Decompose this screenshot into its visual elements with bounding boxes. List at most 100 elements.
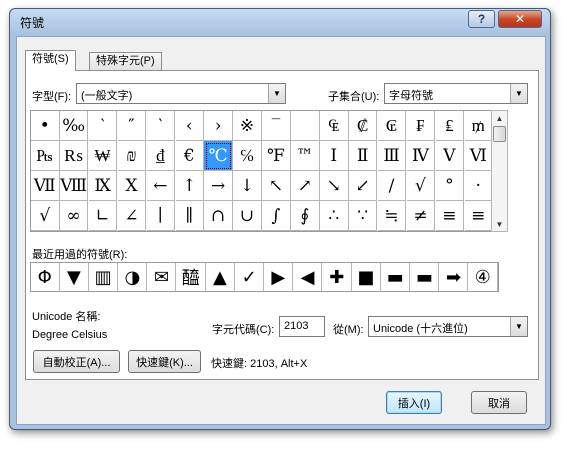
insert-button[interactable]: 插入(I) <box>386 391 442 414</box>
symbol-cell[interactable]: ∩ <box>204 201 233 231</box>
char-code-input[interactable]: 2103 <box>279 316 325 337</box>
symbol-cell[interactable]: Ⅰ <box>320 141 349 171</box>
symbol-cell[interactable]: ∪ <box>233 201 262 231</box>
symbol-cell[interactable]: ↑ <box>175 171 204 201</box>
recent-symbol-cell[interactable]: ➡ <box>440 263 469 291</box>
recent-symbol-cell[interactable]: ④ <box>469 263 498 291</box>
symbol-cell[interactable]: ℅ <box>233 141 262 171</box>
symbol-cell[interactable]: ※ <box>233 111 262 141</box>
symbol-cell[interactable]: ↗ <box>291 171 320 201</box>
symbol-cell[interactable]: • <box>31 111 60 141</box>
help-button[interactable]: ? <box>468 10 495 28</box>
symbol-cell[interactable]: ↖ <box>262 171 291 201</box>
symbol-cell[interactable]: ₤ <box>435 111 465 141</box>
recent-symbol-cell[interactable]: Φ <box>31 263 60 291</box>
from-dropdown[interactable]: Unicode (十六進位) ▼ <box>368 316 528 337</box>
recent-symbol-cell[interactable]: 醯 <box>177 263 206 291</box>
scroll-down-icon[interactable]: ▼ <box>492 217 507 231</box>
symbol-cell[interactable]: ‹ <box>175 111 204 141</box>
symbol-cell[interactable]: ∞ <box>59 201 89 231</box>
symbol-cell[interactable]: Ⅲ <box>377 141 407 171</box>
symbol-cell[interactable]: Ⅱ <box>348 141 378 171</box>
symbol-cell[interactable]: ₡ <box>348 111 378 141</box>
symbol-cell[interactable]: Ⅳ <box>406 141 436 171</box>
recent-symbol-cell[interactable]: ▶ <box>265 263 294 291</box>
title-bar[interactable]: 符號 ? ✕ <box>10 9 550 33</box>
symbol-grid-scrollbar[interactable]: ▲ ▼ <box>491 110 508 232</box>
symbol-cell[interactable]: ₫ <box>146 141 176 171</box>
tab-symbols[interactable]: 符號(S) <box>25 50 76 71</box>
symbol-cell[interactable]: › <box>204 111 233 141</box>
symbol-cell[interactable]: ↘ <box>320 171 349 201</box>
recent-symbol-cell[interactable]: ◑ <box>119 263 148 291</box>
autocorrect-button[interactable]: 自動校正(A)... <box>33 350 120 373</box>
symbol-cell[interactable]: ₧ <box>31 141 60 171</box>
symbol-cell[interactable]: ″ <box>117 111 147 141</box>
symbol-cell[interactable]: ∴ <box>320 201 349 231</box>
recent-symbol-cell[interactable]: ✚ <box>323 263 352 291</box>
shortcut-key-button[interactable]: 快速鍵(K)... <box>128 350 201 373</box>
recent-symbol-cell[interactable]: ▬ <box>411 263 440 291</box>
symbol-cell[interactable]: Ⅸ <box>88 171 118 201</box>
symbol-cell[interactable]: ≒ <box>377 201 407 231</box>
symbol-cell[interactable]: ↓ <box>233 171 262 201</box>
symbol-cell[interactable] <box>291 111 320 141</box>
chevron-down-icon[interactable]: ▼ <box>510 317 527 336</box>
symbol-cell[interactable]: ‵ <box>146 111 176 141</box>
symbol-cell[interactable]: € <box>175 141 204 171</box>
symbol-cell[interactable]: ₥ <box>464 111 492 141</box>
symbol-cell[interactable]: ∠ <box>117 201 147 231</box>
symbol-cell[interactable]: Ⅹ <box>117 171 147 201</box>
symbol-cell[interactable]: → <box>204 171 233 201</box>
symbol-cell[interactable]: Ⅶ <box>31 171 60 201</box>
symbol-cell[interactable]: ∟ <box>88 201 118 231</box>
symbol-cell[interactable]: √ <box>31 201 60 231</box>
symbol-cell[interactable]: Ⅴ <box>435 141 465 171</box>
symbol-cell[interactable]: ₢ <box>377 111 407 141</box>
scroll-up-icon[interactable]: ▲ <box>492 111 507 125</box>
recent-symbol-cell[interactable]: ▥ <box>89 263 118 291</box>
symbol-cell[interactable]: ∣ <box>146 201 176 231</box>
symbol-cell[interactable]: ≡ <box>435 201 465 231</box>
symbol-cell[interactable]: ₠ <box>320 111 349 141</box>
symbol-cell[interactable]: ∮ <box>291 201 320 231</box>
symbol-cell[interactable]: ℃ <box>204 141 233 171</box>
symbol-cell[interactable]: ‰ <box>59 111 89 141</box>
symbol-cell[interactable]: ∫ <box>262 201 291 231</box>
symbol-cell[interactable]: · <box>464 171 492 201</box>
symbol-cell[interactable]: √ <box>406 171 436 201</box>
symbol-cell[interactable]: Ⅷ <box>59 171 89 201</box>
symbol-cell[interactable]: ™ <box>291 141 320 171</box>
symbol-cell[interactable]: ≡ <box>464 201 492 231</box>
chevron-down-icon[interactable]: ▼ <box>268 84 285 103</box>
subset-dropdown[interactable]: 字母符號 ▼ <box>384 83 528 104</box>
recent-symbol-cell[interactable]: ✓ <box>235 263 264 291</box>
symbol-cell[interactable]: ≠ <box>406 201 436 231</box>
recent-symbol-cell[interactable]: ■ <box>352 263 381 291</box>
recent-symbol-cell[interactable]: ▲ <box>206 263 235 291</box>
close-button[interactable]: ✕ <box>498 10 542 28</box>
recent-symbol-cell[interactable]: ▼ <box>60 263 89 291</box>
symbol-cell[interactable]: ° <box>435 171 465 201</box>
symbol-cell[interactable]: Ⅵ <box>464 141 492 171</box>
symbol-cell[interactable]: ₩ <box>88 141 118 171</box>
symbol-cell[interactable]: ‵ <box>88 111 118 141</box>
symbol-cell[interactable]: ∵ <box>348 201 378 231</box>
scroll-thumb[interactable] <box>493 126 506 142</box>
symbol-cell[interactable]: ‾ <box>262 111 291 141</box>
recent-symbol-cell[interactable]: ✉ <box>148 263 177 291</box>
symbol-cell[interactable]: ₪ <box>117 141 147 171</box>
symbol-grid[interactable]: • ‰ ‵ ″ ‵ ‹ › ※ ‾ ₠ ₡ ₢ ₣ ₤ ₥ ₧ ₨ ₩ ₪ ₫ € ℃ ℅ ℉ ™ Ⅰ Ⅱ Ⅲ Ⅳ Ⅴ Ⅵ Ⅶ Ⅷ Ⅸ Ⅹ ← ↑ → ↓ ↖… <box>30 110 493 232</box>
symbol-cell[interactable]: ∕ <box>377 171 407 201</box>
cancel-button[interactable]: 取消 <box>471 391 527 414</box>
recent-symbol-cell[interactable]: ◀ <box>294 263 323 291</box>
chevron-down-icon[interactable]: ▼ <box>510 84 527 103</box>
recent-symbol-cell[interactable]: ▬ <box>381 263 410 291</box>
tab-special-characters[interactable]: 特殊字元(P) <box>89 52 162 70</box>
symbol-cell[interactable]: ℉ <box>262 141 291 171</box>
symbol-cell[interactable]: ← <box>146 171 176 201</box>
symbol-cell[interactable]: ₨ <box>59 141 89 171</box>
font-dropdown[interactable]: (一般文字) ▼ <box>76 83 286 104</box>
symbol-cell[interactable]: ₣ <box>406 111 436 141</box>
symbol-cell[interactable]: ∥ <box>175 201 204 231</box>
